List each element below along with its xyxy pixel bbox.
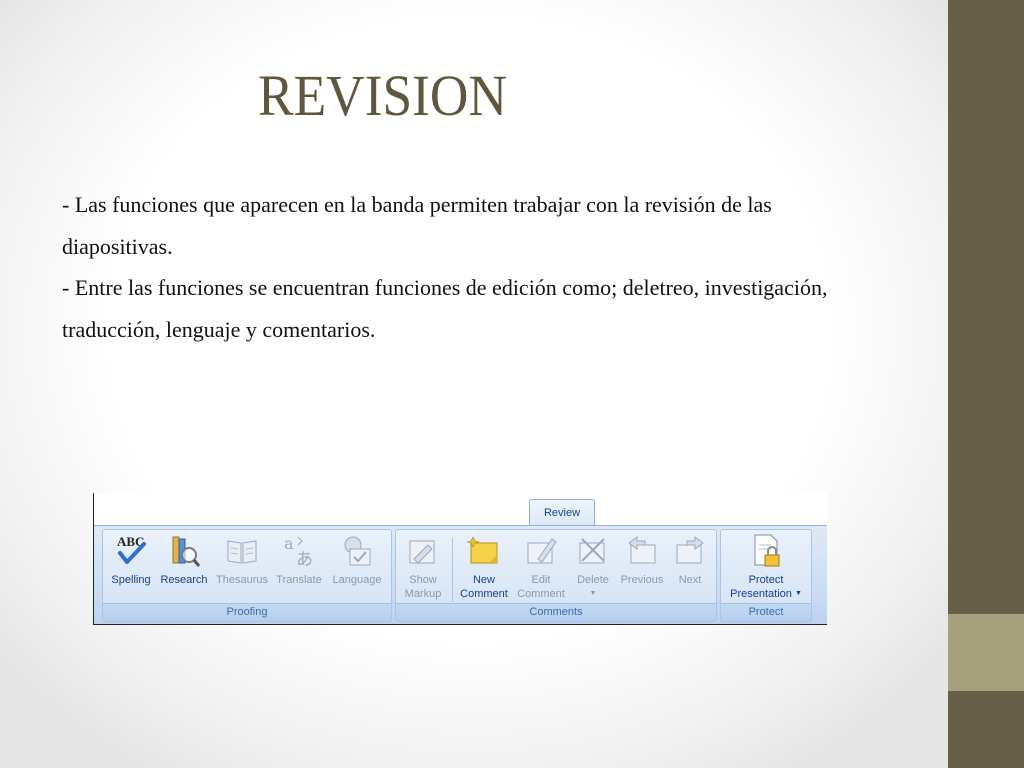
next-comment-label: Next	[678, 574, 702, 586]
protect-presentation-lock-icon	[754, 534, 780, 567]
previous-comment-icon	[628, 536, 656, 564]
decorative-sidebar-accent	[948, 614, 1024, 691]
translate-label: Translate	[276, 574, 322, 586]
ribbon-body: ABC Spelling Research Thesaurus a あ Tran…	[94, 526, 827, 624]
protect-dropdown-caret-icon: ▼	[794, 590, 802, 598]
show-markup-icon	[409, 540, 435, 564]
edit-comment-label-line1: Edit	[531, 574, 551, 586]
comments-separator	[452, 538, 453, 602]
translate-icon: a あ	[284, 534, 313, 569]
previous-comment-label: Previous	[620, 574, 664, 586]
group-label-comments: Comments	[396, 603, 716, 621]
group-protect: Protect Presentation ▼ Protect	[720, 529, 812, 622]
new-comment-icon	[467, 536, 498, 564]
spelling-abc-check-icon: ABC	[117, 534, 146, 564]
protect-presentation-button[interactable]: Protect Presentation ▼	[723, 533, 809, 601]
delete-comment-label: Delete	[577, 574, 609, 586]
thesaurus-label: Thesaurus	[216, 574, 268, 586]
edit-comment-icon	[527, 538, 557, 564]
new-comment-label-line2: Comment	[460, 588, 508, 600]
previous-comment-button[interactable]: Previous	[618, 533, 666, 587]
new-comment-button[interactable]: New Comment	[456, 533, 512, 601]
language-label: Language	[332, 574, 382, 586]
group-proofing: ABC Spelling Research Thesaurus a あ Tran…	[102, 529, 392, 622]
edit-comment-button[interactable]: Edit Comment	[514, 533, 568, 601]
delete-dropdown-caret-icon: ▼	[589, 590, 597, 597]
new-comment-label-line1: New	[472, 574, 495, 586]
ribbon-screenshot: Review ABC Spelling Research Thesaurus a…	[93, 493, 827, 625]
show-markup-label-line1: Show	[409, 574, 437, 586]
next-comment-icon	[676, 536, 704, 564]
language-globe-icon	[344, 536, 371, 566]
research-books-icon	[172, 536, 201, 567]
spelling-label: Spelling	[111, 574, 151, 586]
protect-label-line2-text: Presentation	[730, 588, 792, 600]
research-label: Research	[160, 574, 208, 586]
language-button[interactable]: Language	[327, 533, 387, 587]
spelling-button[interactable]: ABC Spelling	[107, 533, 155, 587]
research-button[interactable]: Research	[157, 533, 211, 587]
show-markup-label-line2: Markup	[404, 588, 442, 600]
ribbon-tab-row: Review	[94, 493, 827, 527]
group-comments: Show Markup New Comment Edit Comment Del…	[395, 529, 717, 622]
svg-text:a: a	[284, 534, 294, 553]
svg-text:あ: あ	[296, 550, 313, 569]
delete-comment-button[interactable]: Delete ▼	[570, 533, 616, 601]
slide-body: - Las funciones que aparecen en la banda…	[62, 184, 882, 350]
body-paragraph-1: - Las funciones que aparecen en la banda…	[62, 192, 772, 259]
translate-button[interactable]: a あ Translate	[273, 533, 325, 587]
protect-label-line1: Protect	[748, 574, 784, 586]
slide-title: REVISION	[258, 63, 508, 128]
thesaurus-button[interactable]: Thesaurus	[213, 533, 271, 587]
group-label-protect: Protect	[721, 603, 811, 621]
body-paragraph-2: - Entre las funciones se encuentran func…	[62, 275, 828, 342]
group-label-proofing: Proofing	[103, 603, 391, 621]
edit-comment-label-line2: Comment	[517, 588, 565, 600]
tab-review[interactable]: Review	[529, 499, 595, 527]
show-markup-button[interactable]: Show Markup	[398, 533, 448, 601]
protect-label-line2: Presentation ▼	[723, 587, 809, 601]
thesaurus-book-icon	[227, 540, 257, 564]
next-comment-button[interactable]: Next	[668, 533, 712, 587]
delete-comment-icon	[579, 538, 605, 564]
